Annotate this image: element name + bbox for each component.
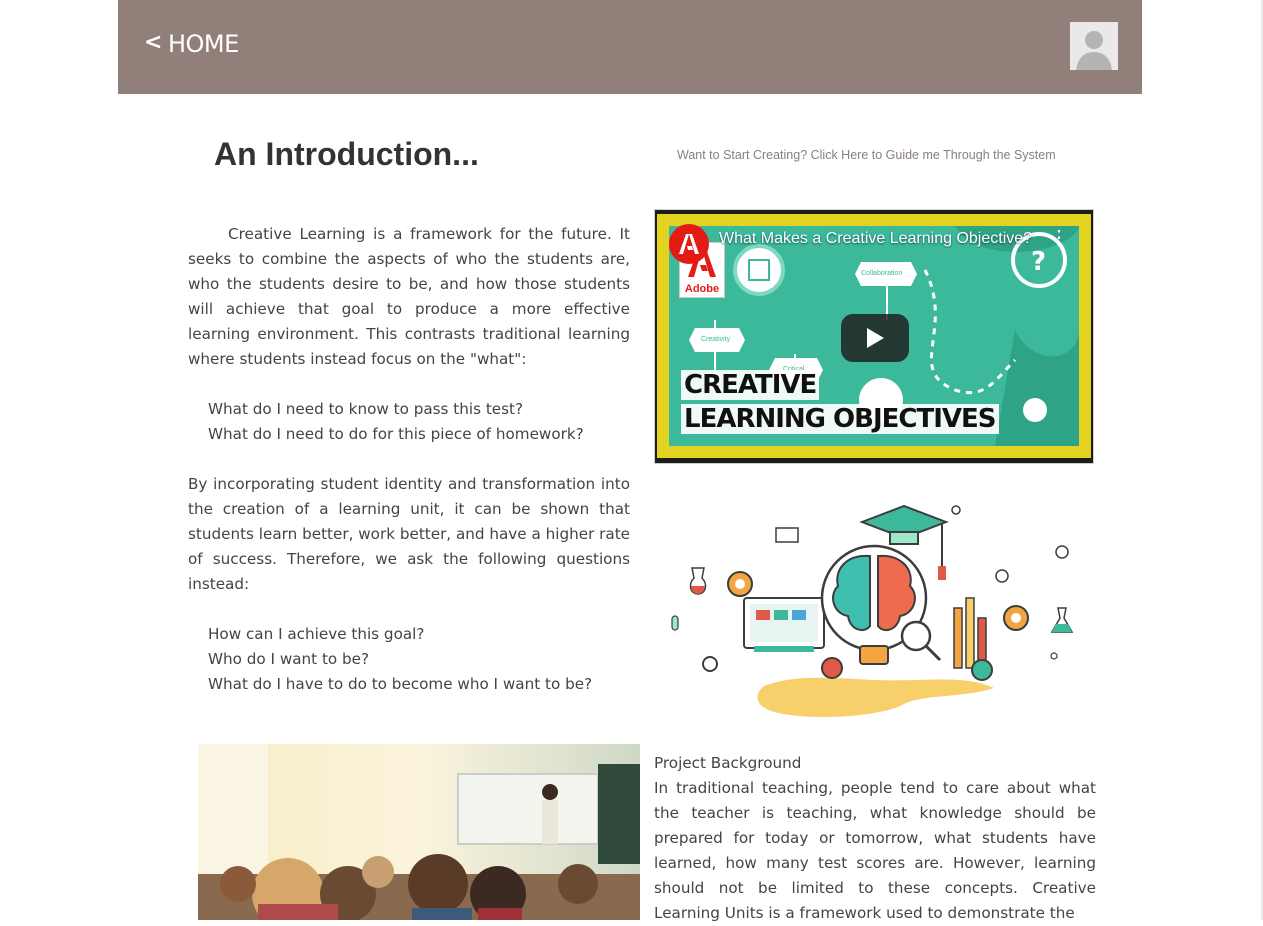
project-background-text: In traditional teaching, people tend to … [654,779,1096,922]
guide-link[interactable]: Want to Start Creating? Click Here to Gu… [677,148,1056,162]
home-link[interactable]: < HOME [144,30,239,58]
how-question-2: Who do I want to be? [208,650,370,668]
site-header: < HOME [118,0,1142,94]
video-headline-line1: CREATIVE [681,370,820,400]
play-button[interactable] [841,314,909,362]
adobe-channel-icon [679,234,699,254]
what-question-2: What do I need to do for this piece of h… [208,425,584,443]
how-question-1: How can I achieve this goal? [208,625,425,643]
how-questions-list: How can I achieve this goal? Who do I wa… [208,622,592,697]
chevron-left-icon: < [144,30,162,55]
intro-paragraph-2: By incorporating student identity and tr… [188,475,630,593]
video-title[interactable]: What Makes a Creative Learning Objective… [719,230,1039,248]
video-player[interactable]: ? Adobe What Makes a Creative Learning O… [654,209,1094,464]
classroom-photo [198,744,640,920]
channel-avatar[interactable] [669,224,709,264]
user-avatar[interactable] [1070,22,1118,70]
home-label: HOME [167,30,239,58]
play-icon [867,328,884,348]
svg-text:?: ? [1031,247,1046,277]
how-question-3: What do I have to do to become who I wan… [208,675,593,693]
intro-paragraph-1: Creative Learning is a framework for the… [188,225,630,368]
what-question-1: What do I need to know to pass this test… [208,400,524,418]
video-headline-line2: LEARNING OBJECTIVES [681,404,999,434]
node-label-collaboration: Collaboration [861,270,903,277]
what-questions-list: What do I need to know to pass this test… [208,397,584,447]
user-placeholder-icon [1070,22,1118,70]
brain-lightbulb-illustration [671,504,1074,718]
adobe-logo-text: Adobe [684,283,720,295]
creative-learning-illustration [664,498,1084,726]
project-background-heading: Project Background [654,754,802,772]
node-label-creativity: Creativity [701,336,731,343]
more-vertical-icon[interactable]: ⋮ [1049,228,1069,248]
classroom-image [198,744,640,920]
page-title: An Introduction... [214,136,479,172]
